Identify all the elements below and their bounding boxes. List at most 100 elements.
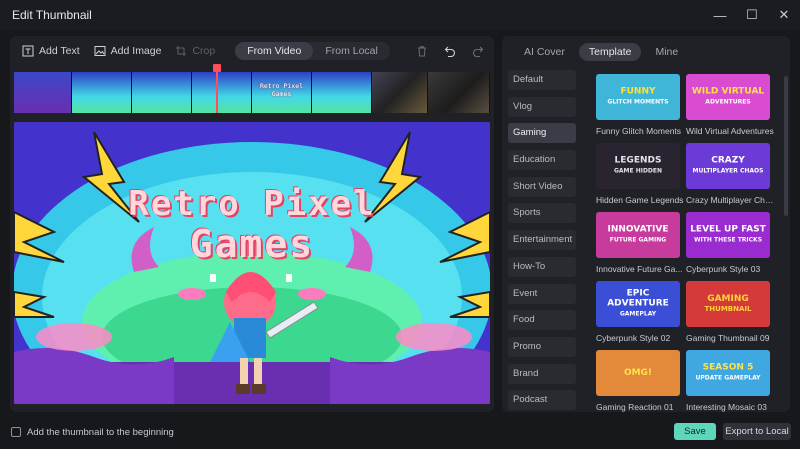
- template-card[interactable]: FUNNY GLITCH MOMENTS Funny Glitch Moments: [596, 74, 684, 136]
- template-card[interactable]: INNOVATIVE FUTURE GAMING Innovative Futur…: [596, 212, 684, 274]
- category-sports[interactable]: Sports: [508, 203, 576, 224]
- template-thumb-title: LEVEL UP FAST: [690, 224, 766, 235]
- filmstrip-frame[interactable]: [312, 72, 372, 113]
- category-promo[interactable]: Promo: [508, 336, 576, 357]
- template-thumb-subtitle: WITH THESE TRICKS: [693, 236, 763, 244]
- save-button[interactable]: Save: [674, 423, 716, 440]
- crop-button[interactable]: Crop: [175, 45, 215, 57]
- tab-ai-cover[interactable]: AI Cover: [514, 43, 575, 61]
- add-text-button[interactable]: Add Text: [22, 45, 80, 57]
- template-name: Wild Virtual Adventures: [686, 126, 774, 136]
- source-toggle: From Video From Local: [235, 42, 390, 60]
- maximize-button[interactable]: ☐: [736, 0, 768, 30]
- template-card[interactable]: OMG! Gaming Reaction 01: [596, 350, 684, 412]
- filmstrip-frame[interactable]: [372, 72, 428, 113]
- category-podcast[interactable]: Podcast: [508, 390, 576, 411]
- template-thumbnail: EPIC ADVENTURE GAMEPLAY: [596, 281, 680, 327]
- template-thumbnail: LEVEL UP FAST WITH THESE TRICKS: [686, 212, 770, 258]
- category-gaming[interactable]: Gaming: [508, 123, 576, 144]
- filmstrip-frame-caption: Retro Pixel Games: [259, 82, 304, 98]
- add-text-label: Add Text: [39, 45, 80, 57]
- redo-icon[interactable]: [472, 45, 484, 57]
- trash-icon[interactable]: [416, 45, 428, 57]
- crop-icon: [176, 46, 187, 56]
- editor-toolbar: Add Text Add Image Crop From Video From …: [10, 36, 494, 66]
- category-default[interactable]: Default: [508, 70, 576, 90]
- add-image-button[interactable]: Add Image: [94, 45, 162, 57]
- thumbnail-preview[interactable]: Retro Pixel Games: [14, 122, 490, 404]
- tab-template[interactable]: Template: [578, 43, 642, 61]
- window-title: Edit Thumbnail: [12, 8, 92, 22]
- template-name: Crazy Multiplayer Chaos: [686, 195, 774, 205]
- source-option-from-local[interactable]: From Local: [313, 42, 390, 60]
- template-thumb-title: WILD VIRTUAL: [691, 86, 765, 97]
- template-card[interactable]: SEASON 5 UPDATE GAMEPLAY Interesting Mosa…: [686, 350, 774, 412]
- template-name: Innovative Future Ga...: [596, 264, 683, 274]
- template-thumbnail: GAMING THUMBNAIL: [686, 281, 770, 327]
- category-education[interactable]: Education: [508, 150, 576, 171]
- template-thumb-title: CRAZY: [711, 155, 745, 166]
- template-card[interactable]: LEGENDS GAME HIDDEN Hidden Game Legends: [596, 143, 684, 205]
- category-short-video[interactable]: Short Video: [508, 176, 576, 197]
- template-name: Gaming Thumbnail 09: [686, 333, 770, 343]
- image-icon: [94, 46, 106, 56]
- template-card[interactable]: CRAZY MULTIPLAYER CHAOS Crazy Multiplayer…: [686, 143, 774, 205]
- filmstrip-frame[interactable]: [428, 72, 490, 113]
- template-card[interactable]: EPIC ADVENTURE GAMEPLAY Cyberpunk Style 0…: [596, 281, 684, 343]
- template-thumbnail: INNOVATIVE FUTURE GAMING: [596, 212, 680, 258]
- template-card[interactable]: WILD VIRTUAL ADVENTURES Wild Virtual Adve…: [686, 74, 774, 136]
- template-thumbnail: FUNNY GLITCH MOMENTS: [596, 74, 680, 120]
- template-thumbnail: SEASON 5 UPDATE GAMEPLAY: [686, 350, 770, 396]
- category-food[interactable]: Food: [508, 310, 576, 331]
- filmstrip-frame[interactable]: [132, 72, 192, 113]
- crop-label: Crop: [192, 45, 216, 57]
- template-card[interactable]: GAMING THUMBNAIL Gaming Thumbnail 09: [686, 281, 774, 343]
- category-brand[interactable]: Brand: [508, 363, 576, 384]
- template-thumb-subtitle: ADVENTURES: [705, 98, 751, 106]
- category-vlog[interactable]: Vlog: [508, 96, 576, 117]
- editor-panel: Add Text Add Image Crop From Video From …: [10, 36, 494, 412]
- cover-source-tabs: AI Cover Template Mine: [502, 42, 790, 62]
- template-thumb-title: FUNNY: [620, 86, 656, 97]
- template-name: Gaming Reaction 01: [596, 402, 674, 412]
- category-entertainment[interactable]: Entertainment: [508, 230, 576, 251]
- category-how-to[interactable]: How-To: [508, 256, 576, 277]
- export-to-local-button[interactable]: Export to Local: [723, 423, 791, 440]
- video-filmstrip[interactable]: Retro Pixel Games: [14, 72, 490, 113]
- template-thumbnail: CRAZY MULTIPLAYER CHAOS: [686, 143, 770, 189]
- minimize-button[interactable]: —: [704, 0, 736, 30]
- template-thumb-title: SEASON 5: [702, 362, 754, 373]
- template-name: Interesting Mosaic 03: [686, 402, 767, 412]
- close-button[interactable]: ✕: [768, 0, 800, 30]
- template-scrollbar[interactable]: [784, 76, 788, 216]
- template-thumb-title: EPIC ADVENTURE: [607, 288, 669, 309]
- template-thumb-title: LEGENDS: [614, 155, 662, 166]
- template-thumbnail: LEGENDS GAME HIDDEN: [596, 143, 680, 189]
- template-thumb-subtitle: FUTURE GAMING: [609, 236, 667, 244]
- template-panel: AI Cover Template Mine Default Vlog Gami…: [502, 36, 790, 412]
- template-card[interactable]: LEVEL UP FAST WITH THESE TRICKS Cyberpunk…: [686, 212, 774, 274]
- preview-title-line-2[interactable]: Games: [14, 222, 490, 266]
- playhead-marker[interactable]: [213, 64, 221, 113]
- filmstrip-frame[interactable]: [72, 72, 132, 113]
- tab-mine[interactable]: Mine: [645, 43, 688, 61]
- template-thumbnail: OMG!: [596, 350, 680, 396]
- source-option-from-video[interactable]: From Video: [235, 42, 314, 60]
- text-icon: [22, 45, 34, 57]
- filmstrip-frame[interactable]: [192, 72, 252, 113]
- filmstrip-frame[interactable]: [14, 72, 72, 113]
- template-name: Hidden Game Legends: [596, 195, 684, 205]
- template-name: Cyberpunk Style 03: [686, 264, 761, 274]
- preview-title-line-1[interactable]: Retro Pixel: [14, 184, 490, 224]
- add-to-beginning-checkbox[interactable]: [11, 427, 21, 437]
- template-thumb-subtitle: MULTIPLAYER CHAOS: [692, 167, 764, 175]
- filmstrip-frame[interactable]: Retro Pixel Games: [252, 72, 312, 113]
- template-thumb-subtitle: GAMEPLAY: [619, 310, 657, 318]
- add-image-label: Add Image: [110, 45, 162, 57]
- template-thumb-subtitle: UPDATE GAMEPLAY: [695, 374, 761, 382]
- undo-icon[interactable]: [444, 45, 456, 57]
- add-to-beginning-label[interactable]: Add the thumbnail to the beginning: [27, 427, 174, 438]
- category-event[interactable]: Event: [508, 283, 576, 304]
- template-thumb-subtitle: GAME HIDDEN: [613, 167, 663, 175]
- window-controls: — ☐ ✕: [704, 0, 800, 30]
